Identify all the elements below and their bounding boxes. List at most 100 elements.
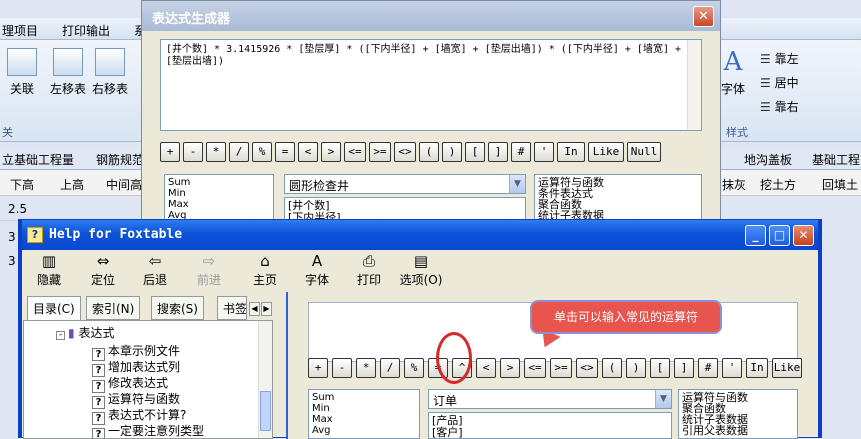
operator-button[interactable]: % bbox=[252, 142, 272, 162]
field-list: [产品] [客户] bbox=[428, 412, 672, 439]
tab-bookmarks[interactable]: 书签 bbox=[217, 296, 247, 320]
align-left-button[interactable]: ☰ 靠左 bbox=[760, 50, 799, 67]
chevron-down-icon[interactable]: ▼ bbox=[509, 175, 525, 193]
menu-item[interactable]: 打印输出 bbox=[62, 22, 110, 39]
close-button[interactable]: ✕ bbox=[793, 225, 814, 246]
operator-button[interactable]: ) bbox=[442, 142, 462, 162]
operator-button: <> bbox=[576, 358, 598, 378]
tab-contents[interactable]: 目录(C) bbox=[27, 296, 81, 321]
help-title: Help for Foxtable bbox=[49, 227, 183, 242]
hide-button[interactable]: ▥ 隐藏 bbox=[24, 252, 74, 288]
operator-button[interactable]: >= bbox=[369, 142, 391, 162]
operator-button[interactable]: ' bbox=[534, 142, 554, 162]
move-right-button[interactable]: 右移表 bbox=[90, 48, 130, 97]
help-toolbar: ▥ 隐藏 ⇔ 定位 ⇦ 后退 ⇨ 前进 ⌂ 主页 A 字体 ⎙ 打印 ▤ 选项(O) bbox=[22, 250, 818, 292]
close-button[interactable]: ✕ bbox=[693, 6, 714, 27]
operator-button[interactable]: - bbox=[183, 142, 203, 162]
column-header[interactable]: 上高 bbox=[60, 176, 84, 193]
list-item[interactable]: Max bbox=[168, 199, 270, 210]
operator-button[interactable]: Null bbox=[627, 142, 661, 162]
category-list: 运算符与函数 聚合函数 统计子表数据 引用父表数据 bbox=[678, 389, 798, 439]
operator-button: In bbox=[746, 358, 768, 378]
relate-icon bbox=[7, 48, 37, 76]
font-button[interactable]: A 字体 bbox=[718, 48, 748, 97]
font-icon: A bbox=[311, 252, 323, 270]
relate-button[interactable]: 关联 bbox=[4, 48, 40, 97]
list-item[interactable]: Min bbox=[168, 188, 270, 199]
column-header[interactable]: 回填土 bbox=[822, 176, 858, 193]
tree-item[interactable]: ? 一定要注意列类型 bbox=[92, 422, 204, 438]
help-titlebar: ? Help for Foxtable _ □ ✕ bbox=[22, 220, 818, 250]
column-header[interactable]: 中间高 bbox=[106, 176, 142, 193]
operator-button[interactable]: > bbox=[321, 142, 341, 162]
expression-textbox[interactable]: [井个数] * 3.1415926 * [垫层厚] * ([下内半径] + [墙… bbox=[160, 39, 702, 131]
operator-button[interactable]: # bbox=[511, 142, 531, 162]
operator-button: >= bbox=[550, 358, 572, 378]
operator-button: > bbox=[500, 358, 520, 378]
operator-button: Like bbox=[772, 358, 802, 378]
column-header[interactable]: 抹灰 bbox=[722, 176, 746, 193]
operator-button[interactable]: * bbox=[206, 142, 226, 162]
operator-button[interactable]: <= bbox=[344, 142, 366, 162]
maximize-button[interactable]: □ bbox=[769, 225, 790, 246]
align-center-button[interactable]: ☰ 居中 bbox=[760, 74, 799, 91]
tab-scroll-right-icon[interactable]: ▶ bbox=[261, 302, 272, 316]
collapse-icon[interactable]: - bbox=[56, 331, 65, 340]
align-right-button[interactable]: ☰ 靠右 bbox=[760, 98, 799, 115]
dialog-title: 表达式生成器 bbox=[152, 12, 231, 27]
home-button[interactable]: ⌂ 主页 bbox=[240, 252, 290, 288]
operator-button[interactable]: + bbox=[160, 142, 180, 162]
tab-scroll-left-icon[interactable]: ◀ bbox=[249, 302, 260, 316]
operator-button[interactable]: ( bbox=[419, 142, 439, 162]
move-left-button[interactable]: 左移表 bbox=[48, 48, 88, 97]
operator-button[interactable]: Like bbox=[588, 142, 624, 162]
options-icon: ▤ bbox=[413, 252, 429, 270]
list-item[interactable]: Sum bbox=[168, 177, 270, 188]
back-button[interactable]: ⇦ 后退 bbox=[130, 252, 180, 288]
menu-item[interactable]: 理项目 bbox=[2, 22, 38, 39]
chevron-down-icon: ▼ bbox=[655, 390, 671, 408]
toolbar-label: 字体 bbox=[304, 273, 329, 287]
scrollbar[interactable] bbox=[687, 40, 701, 130]
font-icon: A bbox=[723, 47, 743, 77]
options-button[interactable]: ▤ 选项(O) bbox=[396, 252, 446, 288]
hide-icon: ▥ bbox=[41, 252, 57, 270]
tab-search[interactable]: 搜索(S) bbox=[151, 296, 204, 320]
operator-button: ( bbox=[602, 358, 622, 378]
table-tab[interactable]: 地沟盖板 bbox=[744, 151, 792, 168]
grid-cell[interactable]: 3 bbox=[8, 230, 16, 244]
table-tab[interactable]: 钢筋规范 bbox=[96, 151, 144, 168]
toolbar-label: 选项(O) bbox=[399, 273, 443, 287]
font-button[interactable]: A 字体 bbox=[292, 252, 342, 288]
scrollbar[interactable] bbox=[258, 321, 272, 438]
operator-button[interactable]: ] bbox=[488, 142, 508, 162]
table-select: 订单 ▼ bbox=[428, 389, 672, 409]
grid-cell[interactable]: 3 bbox=[8, 254, 16, 268]
tab-index[interactable]: 索引(N) bbox=[86, 296, 141, 320]
table-tab[interactable]: 基础工程 bbox=[812, 151, 860, 168]
table-tab[interactable]: 立基础工程量 bbox=[2, 151, 74, 168]
column-header[interactable]: 挖土方 bbox=[760, 176, 796, 193]
operator-button[interactable]: = bbox=[275, 142, 295, 162]
operator-button: < bbox=[476, 358, 496, 378]
operator-button: - bbox=[332, 358, 352, 378]
forward-icon: ⇨ bbox=[202, 252, 216, 270]
nav-tabs: 目录(C) 索引(N) 搜索(S) 书签 ◀ ▶ bbox=[23, 296, 273, 321]
forward-button[interactable]: ⇨ 前进 bbox=[184, 252, 234, 288]
table-select[interactable]: 圆形检查井 ▼ bbox=[284, 174, 526, 194]
grid-cell[interactable]: 2.5 bbox=[8, 202, 27, 216]
operator-button: <= bbox=[524, 358, 546, 378]
locate-button[interactable]: ⇔ 定位 bbox=[78, 252, 128, 288]
operator-button[interactable]: < bbox=[298, 142, 318, 162]
minimize-button[interactable]: _ bbox=[745, 225, 766, 246]
help-page-icon: ? bbox=[92, 428, 105, 438]
operator-button[interactable]: <> bbox=[394, 142, 416, 162]
operator-button[interactable]: / bbox=[229, 142, 249, 162]
print-button[interactable]: ⎙ 打印 bbox=[344, 252, 394, 288]
operator-button[interactable]: [ bbox=[465, 142, 485, 162]
tree-node-expressions[interactable]: - ▮ 表达式 bbox=[56, 324, 114, 341]
toolbar-label: 后退 bbox=[142, 273, 167, 287]
callout-tip: 单击可以输入常见的运算符 bbox=[530, 300, 722, 334]
operator-button[interactable]: In bbox=[557, 142, 585, 162]
column-header[interactable]: 下高 bbox=[10, 176, 34, 193]
